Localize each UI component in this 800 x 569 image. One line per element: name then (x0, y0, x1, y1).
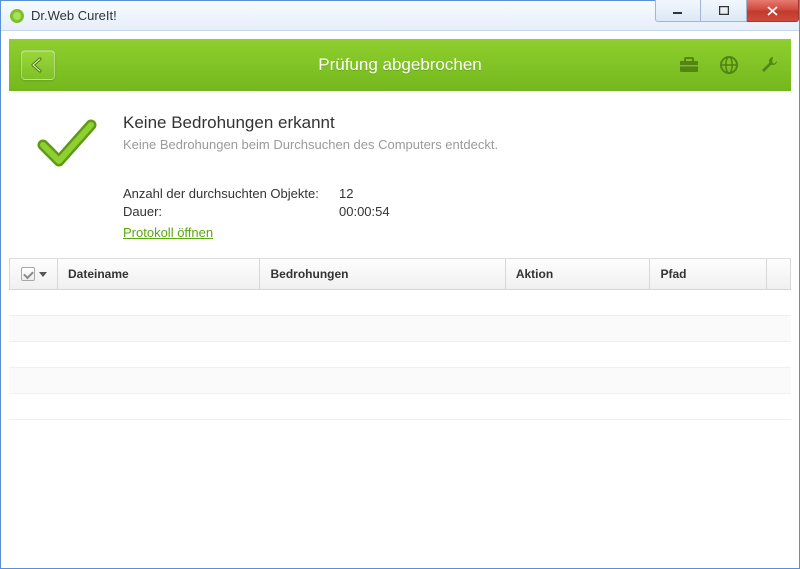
column-select[interactable] (10, 259, 58, 289)
column-action[interactable]: Aktion (505, 259, 650, 289)
stat-scanned-value: 12 (339, 186, 353, 201)
stat-scanned-label: Anzahl der durchsuchten Objekte: (123, 186, 339, 201)
stat-duration: Dauer: 00:00:54 (123, 204, 763, 219)
summary-subheading: Keine Bedrohungen beim Durchsuchen des C… (123, 137, 763, 152)
window-controls (655, 1, 799, 30)
app-frame: Prüfung abgebrochen Keine Bedrohungen er… (9, 39, 791, 562)
stat-scanned: Anzahl der durchsuchten Objekte: 12 (123, 186, 763, 201)
close-button[interactable] (747, 0, 799, 22)
column-threats[interactable]: Bedrohungen (260, 259, 505, 289)
select-all-checkbox[interactable] (21, 267, 35, 281)
toolbar: Prüfung abgebrochen (9, 39, 791, 91)
toolbar-title: Prüfung abgebrochen (9, 55, 791, 75)
chevron-down-icon[interactable] (39, 272, 47, 277)
back-button[interactable] (21, 50, 55, 80)
stat-duration-value: 00:00:54 (339, 204, 390, 219)
results-table-body (9, 290, 791, 428)
success-check-icon (37, 113, 97, 240)
column-path[interactable]: Pfad (650, 259, 767, 289)
window-title: Dr.Web CureIt! (31, 8, 655, 23)
column-spacer (767, 259, 791, 289)
results-table: Dateiname Bedrohungen Aktion Pfad (9, 259, 791, 290)
summary-panel: Keine Bedrohungen erkannt Keine Bedrohun… (9, 91, 791, 258)
table-row (9, 316, 791, 342)
stat-duration-label: Dauer: (123, 204, 339, 219)
results-table-wrap: Dateiname Bedrohungen Aktion Pfad (9, 258, 791, 428)
table-row (9, 394, 791, 420)
table-row (9, 342, 791, 368)
open-protocol-link[interactable]: Protokoll öffnen (123, 225, 213, 240)
briefcase-icon[interactable] (679, 55, 699, 75)
maximize-button[interactable] (701, 0, 747, 22)
table-row (9, 290, 791, 316)
window-titlebar: Dr.Web CureIt! (1, 1, 799, 31)
wrench-icon[interactable] (759, 55, 779, 75)
minimize-button[interactable] (655, 0, 701, 22)
globe-icon[interactable] (719, 55, 739, 75)
column-filename[interactable]: Dateiname (58, 259, 260, 289)
app-icon (9, 8, 25, 24)
summary-heading: Keine Bedrohungen erkannt (123, 113, 763, 133)
table-row (9, 368, 791, 394)
